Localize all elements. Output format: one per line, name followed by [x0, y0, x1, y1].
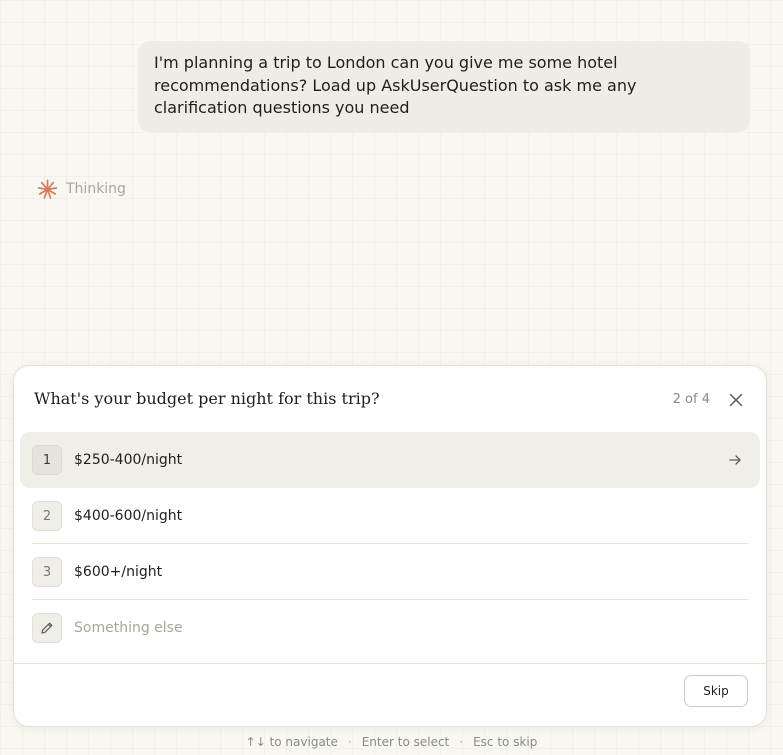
answer-options-list: 1 $250-400/night 2 $400-600/night 3 $600…	[20, 432, 760, 656]
thinking-indicator: Thinking	[37, 178, 126, 200]
hint-separator: ·	[459, 735, 464, 749]
question-progress: 2 of 4	[672, 392, 710, 407]
arrow-right-icon	[728, 453, 742, 467]
navigate-hint: ↑↓ to navigate	[245, 735, 338, 749]
user-message-bubble: I'm planning a trip to London can you gi…	[138, 41, 750, 132]
close-button[interactable]	[726, 390, 746, 410]
option-number-badge: 2	[32, 501, 62, 531]
option-label: $250-400/night	[74, 452, 183, 468]
skip-button[interactable]: Skip	[684, 675, 748, 707]
question-header: What's your budget per night for this tr…	[14, 366, 766, 434]
question-title: What's your budget per night for this tr…	[34, 389, 380, 408]
question-footer: Skip	[14, 663, 766, 726]
ask-user-question-card: What's your budget per night for this tr…	[13, 365, 767, 727]
hint-separator: ·	[347, 735, 352, 749]
answer-option-1[interactable]: 1 $250-400/night	[20, 432, 760, 488]
skip-hint: Esc to skip	[473, 735, 538, 749]
answer-option-2[interactable]: 2 $400-600/night	[20, 488, 760, 544]
option-label: $400-600/night	[74, 508, 183, 524]
pencil-icon	[32, 613, 62, 643]
sparkle-asterisk-icon	[37, 179, 58, 200]
option-number-badge: 1	[32, 445, 62, 475]
option-label: $600+/night	[74, 564, 163, 580]
select-hint: Enter to select	[361, 735, 450, 749]
answer-option-3[interactable]: 3 $600+/night	[20, 544, 760, 600]
option-number-badge: 3	[32, 557, 62, 587]
custom-answer-input[interactable]: Something else	[74, 600, 183, 656]
close-icon	[726, 390, 746, 410]
user-message-text: I'm planning a trip to London can you gi…	[154, 53, 637, 117]
thinking-label: Thinking	[66, 181, 126, 197]
keyboard-hints: ↑↓ to navigate · Enter to select · Esc t…	[0, 732, 783, 752]
custom-answer-option[interactable]: Something else	[20, 600, 760, 656]
